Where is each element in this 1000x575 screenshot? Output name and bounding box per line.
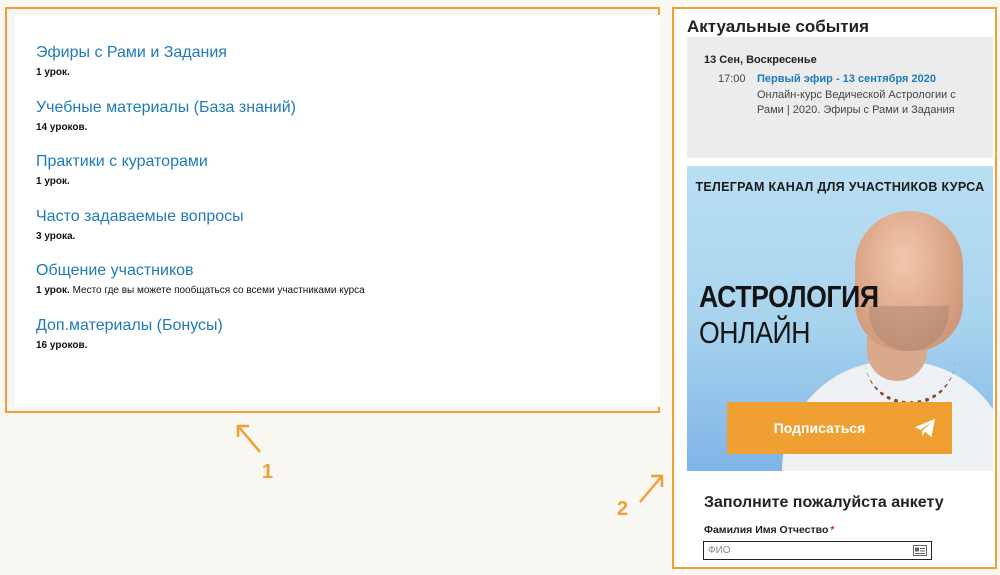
lesson-description: Место где вы можете пообщаться со всеми … — [72, 285, 365, 296]
fio-label-text: Фамилия Имя Отчество — [704, 524, 829, 536]
lesson-title-link[interactable]: Доп.материалы (Бонусы) — [36, 316, 223, 336]
lesson-title-link[interactable]: Учебные материалы (База знаний) — [36, 98, 296, 118]
form-title: Заполните пожалуйста анкету — [704, 494, 944, 511]
course-sections-panel: Эфиры с Рами и Задания 1 урок. Учебные м… — [5, 7, 660, 413]
lesson-count: 1 урок. — [36, 67, 70, 78]
annotation-number-2: 2 — [617, 498, 629, 520]
lesson-count: 1 урок. — [36, 176, 70, 187]
lesson-meta: 16 уроков. — [36, 340, 223, 351]
lesson-list: Эфиры с Рами и Задания 1 урок. Учебные м… — [15, 15, 660, 407]
telegram-icon — [915, 418, 935, 438]
event-date: 13 Сен, Воскресенье — [704, 54, 817, 66]
lesson-title-link[interactable]: Часто задаваемые вопросы — [36, 207, 244, 227]
event-description: Онлайн-курс Ведической Астрологии с Рами… — [757, 89, 956, 116]
subscribe-button-label: Подписаться — [773, 420, 866, 436]
lesson-count: 1 урок. — [36, 285, 70, 296]
contact-card-icon — [913, 545, 927, 556]
lesson-item: Часто задаваемые вопросы 3 урока. — [36, 207, 244, 242]
lesson-count: 3 урока. — [36, 231, 76, 242]
event-link[interactable]: Первый эфир - 13 сентября 2020 — [757, 73, 936, 85]
events-box: 13 Сен, Воскресенье 17:00 Первый эфир - … — [687, 37, 993, 158]
lesson-meta: 1 урок. — [36, 67, 227, 78]
fio-input[interactable] — [703, 541, 932, 560]
fio-label: Фамилия Имя Отчество * — [704, 524, 834, 536]
subscribe-button[interactable]: Подписаться — [727, 402, 952, 454]
lesson-title-link[interactable]: Общение участников — [36, 261, 365, 281]
lesson-item: Общение участников 1 урок. Место где вы … — [36, 261, 365, 296]
sidebar-panel: Актуальные события 13 Сен, Воскресенье 1… — [672, 7, 997, 569]
lesson-item: Доп.материалы (Бонусы) 16 уроков. — [36, 316, 223, 351]
lesson-meta: 1 урок. — [36, 176, 208, 187]
events-heading: Актуальные события — [687, 17, 869, 36]
annotation-number-1: 1 — [262, 461, 274, 483]
lesson-meta: 14 уроков. — [36, 122, 296, 133]
lesson-title-link[interactable]: Практики с кураторами — [36, 152, 208, 172]
lesson-item: Эфиры с Рами и Задания 1 урок. — [36, 43, 227, 78]
required-mark: * — [830, 524, 835, 536]
event-time: 17:00 — [718, 73, 746, 85]
lesson-item: Практики с кураторами 1 урок. — [36, 152, 208, 187]
lesson-meta: 1 урок. Место где вы можете пообщаться с… — [36, 285, 365, 296]
lesson-title-link[interactable]: Эфиры с Рами и Задания — [36, 43, 227, 63]
brand-line-1: АСТРОЛОГИЯ — [699, 279, 879, 314]
brand-line-2: ОНЛАЙН — [699, 315, 811, 350]
lesson-count: 16 уроков. — [36, 340, 88, 351]
annotation-arrow-1 — [236, 424, 261, 453]
annotation-arrow-2 — [639, 474, 664, 503]
lesson-meta: 3 урока. — [36, 231, 244, 242]
banner-heading: ТЕЛЕГРАМ КАНАЛ ДЛЯ УЧАСТНИКОВ КУРСА — [695, 180, 985, 194]
lesson-item: Учебные материалы (База знаний) 14 уроко… — [36, 98, 296, 133]
lesson-count: 14 уроков. — [36, 122, 88, 133]
telegram-banner[interactable]: ТЕЛЕГРАМ КАНАЛ ДЛЯ УЧАСТНИКОВ КУРСА АСТР… — [687, 166, 993, 471]
